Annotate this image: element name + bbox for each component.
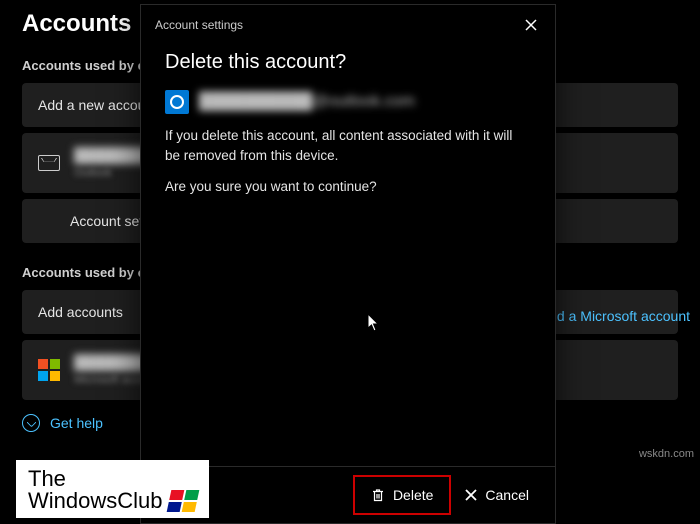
watermark-line2: WindowsClub — [28, 490, 163, 512]
windows-flag-icon — [166, 490, 199, 512]
add-accounts-label: Add accounts — [38, 304, 123, 320]
source-text: wskdn.com — [639, 448, 694, 460]
watermark-line1: The — [28, 468, 197, 490]
cancel-button[interactable]: Cancel — [451, 475, 543, 515]
x-icon — [465, 489, 477, 501]
outlook-icon — [165, 90, 189, 114]
watermark: The WindowsClub — [16, 460, 209, 518]
trash-icon — [371, 488, 385, 502]
delete-button[interactable]: Delete — [357, 479, 447, 511]
account-settings-dialog: Account settings Delete this account? ██… — [140, 4, 556, 524]
dialog-confirm-text: Are you sure you want to continue? — [165, 177, 531, 197]
delete-highlight: Delete — [353, 475, 451, 515]
dialog-header-title: Account settings — [155, 18, 243, 32]
dialog-account-email: ██████████@outlook.com — [199, 93, 415, 111]
close-button[interactable] — [517, 11, 545, 39]
mail-icon — [38, 155, 60, 171]
get-help-label: Get help — [50, 415, 103, 431]
delete-label: Delete — [393, 487, 433, 503]
email-account-sub: Outlook — [74, 167, 112, 179]
cancel-label: Cancel — [485, 487, 529, 503]
microsoft-logo-icon — [38, 359, 60, 381]
dialog-warning-text: If you delete this account, all content … — [165, 126, 531, 165]
close-icon — [525, 19, 537, 31]
dialog-title: Delete this account? — [165, 51, 531, 74]
add-microsoft-account-link[interactable]: Add a Microsoft account — [540, 308, 690, 324]
headset-icon — [22, 414, 40, 432]
